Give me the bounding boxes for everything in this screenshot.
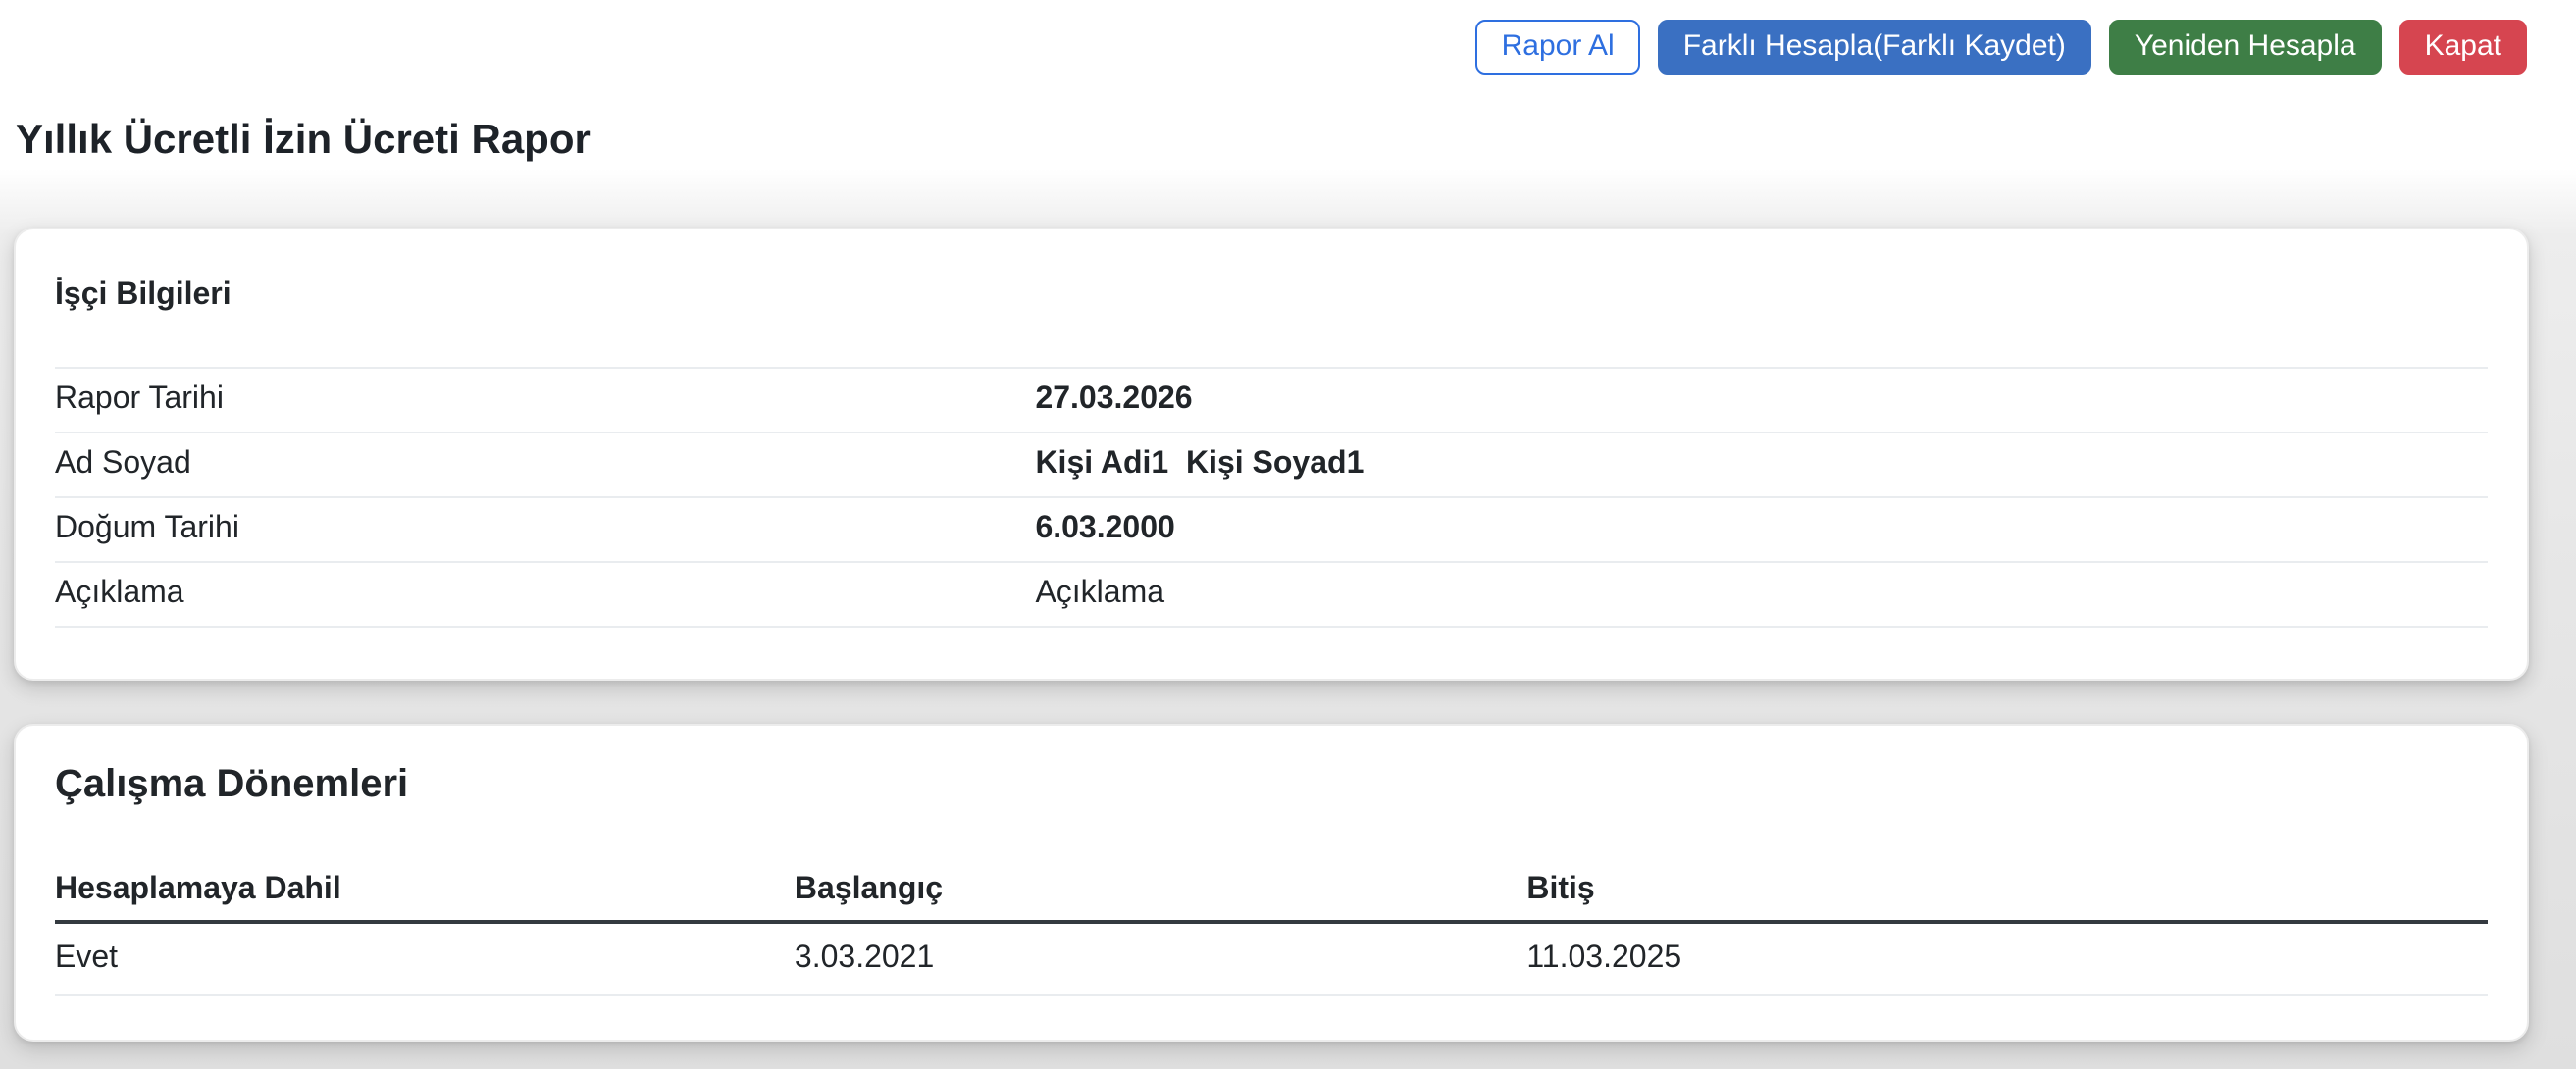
col-header-included: Hesaplamaya Dahil: [55, 859, 795, 922]
work-periods-card: Çalışma Dönemleri Hesaplamaya Dahil Başl…: [14, 724, 2529, 1042]
row-value: 27.03.2026: [1035, 382, 1192, 418]
table-row: Evet 3.03.2021 11.03.2025: [55, 922, 2488, 995]
row-value: Kişi Adi1 Kişi Soyad1: [1035, 447, 1364, 483]
report-page: Rapor Al Farklı Hesapla(Farklı Kaydet) Y…: [0, 0, 2576, 1069]
work-periods-table: Hesaplamaya Dahil Başlangıç Bitiş Evet 3…: [55, 859, 2488, 996]
close-button[interactable]: Kapat: [2399, 20, 2527, 75]
worker-info-title: İşçi Bilgileri: [55, 229, 2488, 314]
worker-info-card: İşçi Bilgileri Rapor Tarihi 27.03.2026 A…: [14, 228, 2529, 681]
row-description: Açıklama Açıklama: [55, 561, 2488, 628]
row-label: Doğum Tarihi: [55, 512, 1035, 547]
row-report-date: Rapor Tarihi 27.03.2026: [55, 367, 2488, 432]
row-full-name: Ad Soyad Kişi Adi1 Kişi Soyad1: [55, 432, 2488, 496]
get-report-button[interactable]: Rapor Al: [1476, 20, 1640, 75]
col-header-end: Bitiş: [1526, 859, 2488, 922]
toolbar: Rapor Al Farklı Hesapla(Farklı Kaydet) Y…: [1476, 20, 2527, 75]
row-label: Ad Soyad: [55, 447, 1035, 483]
col-header-start: Başlangıç: [795, 859, 1526, 922]
cell-included: Evet: [55, 922, 795, 995]
page-title: Yıllık Ücretli İzin Ücreti Rapor: [16, 118, 591, 165]
row-label: Rapor Tarihi: [55, 382, 1035, 418]
cell-start: 3.03.2021: [795, 922, 1526, 995]
table-header-row: Hesaplamaya Dahil Başlangıç Bitiş: [55, 859, 2488, 922]
row-value: 6.03.2000: [1035, 512, 1174, 547]
work-periods-title: Çalışma Dönemleri: [55, 726, 2488, 808]
row-birth-date: Doğum Tarihi 6.03.2000: [55, 496, 2488, 561]
row-label: Açıklama: [55, 577, 1035, 612]
calculate-save-as-button[interactable]: Farklı Hesapla(Farklı Kaydet): [1658, 20, 2091, 75]
recalculate-button[interactable]: Yeniden Hesapla: [2109, 20, 2382, 75]
row-value: Açıklama: [1035, 577, 1164, 612]
cell-end: 11.03.2025: [1526, 922, 2488, 995]
